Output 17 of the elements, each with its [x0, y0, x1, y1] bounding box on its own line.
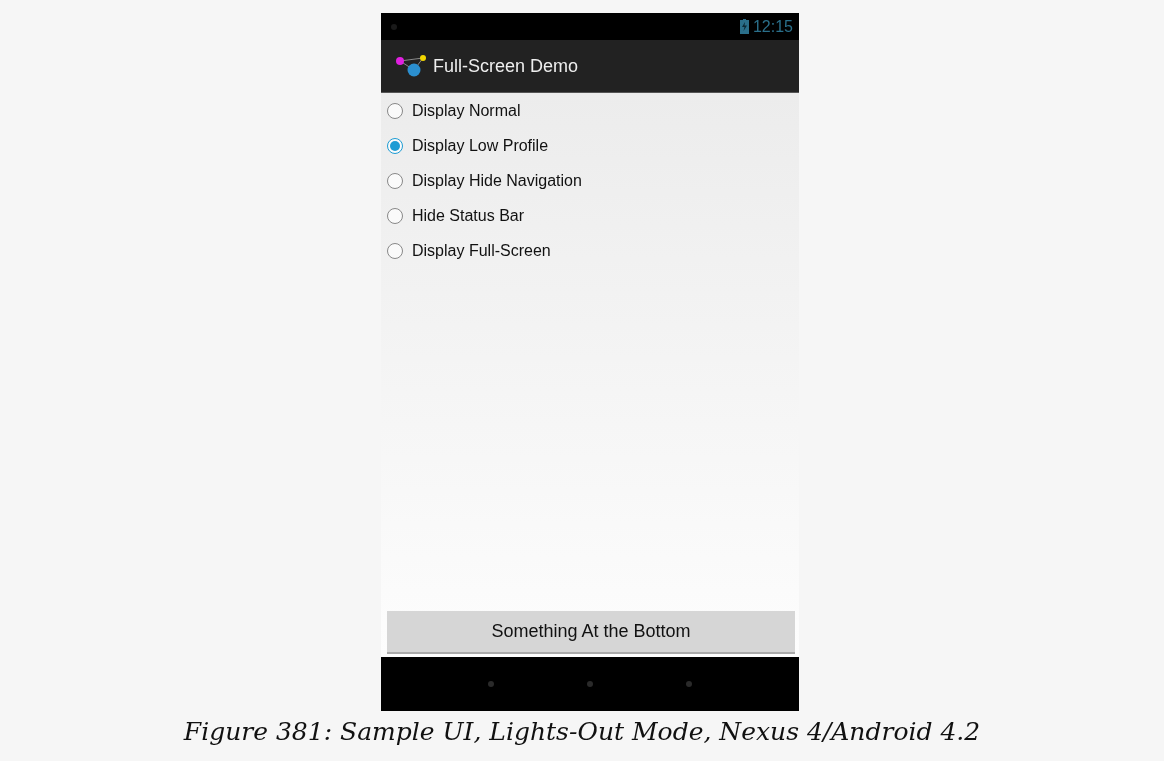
radio-button[interactable]	[387, 102, 403, 119]
option-label[interactable]: Display Low Profile	[412, 136, 549, 155]
radio-button[interactable]	[387, 137, 403, 154]
molecule-icon	[395, 55, 427, 77]
status-time: 12:15	[752, 17, 793, 36]
option-label[interactable]: Display Hide Navigation	[412, 171, 582, 190]
radio-button[interactable]	[387, 172, 403, 189]
radio-button[interactable]	[387, 242, 403, 259]
figure-caption: Figure 381: Sample UI, Lights-Out Mode, Nexus 4/Android 4.2	[183, 717, 981, 746]
option-label[interactable]: Hide Status Bar	[412, 206, 525, 225]
radio-button[interactable]	[387, 207, 403, 224]
bottom-button[interactable]: Something At the Bottom	[387, 611, 795, 654]
battery-icon	[739, 19, 749, 34]
option-label[interactable]: Display Full-Screen	[412, 241, 551, 260]
app-title: Full-Screen Demo	[433, 55, 579, 77]
option-label[interactable]: Display Normal	[412, 101, 521, 120]
camera-dot-icon	[391, 23, 397, 30]
